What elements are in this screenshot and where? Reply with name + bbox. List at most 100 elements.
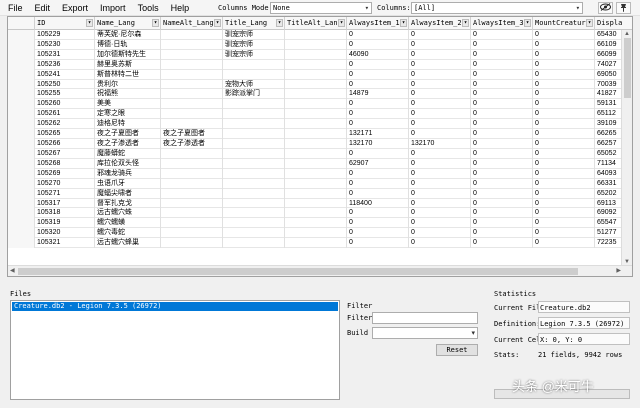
cell-mountcreature[interactable]: 0: [533, 158, 595, 169]
cell-alwaysitem-3[interactable]: 0: [471, 79, 533, 90]
row-selector[interactable]: [8, 79, 35, 90]
cell-display[interactable]: 71134: [595, 158, 622, 169]
cell-display[interactable]: 51277: [595, 228, 622, 239]
cell-alwaysitem-3[interactable]: 0: [471, 99, 533, 110]
row-selector[interactable]: [8, 228, 35, 239]
cell-alwaysitem-2[interactable]: 0: [409, 238, 471, 249]
table-row[interactable]: 105262 迪格尼特 0 0 0 0 39109: [8, 119, 622, 130]
cell-alwaysitem-1[interactable]: 0: [347, 30, 409, 40]
vertical-scrollbar[interactable]: ▲ ▼: [621, 30, 632, 266]
cell-alwaysitem-3[interactable]: 0: [471, 148, 533, 159]
cell-namealt-lang[interactable]: [161, 99, 223, 110]
cell-display[interactable]: 65430: [595, 30, 622, 40]
cell-title-lang[interactable]: [223, 109, 285, 120]
row-selector[interactable]: [8, 129, 35, 140]
scroll-thumb[interactable]: [624, 38, 631, 98]
col-header-id[interactable]: ID ▾: [35, 17, 95, 30]
cell-titlealt-lang[interactable]: [285, 49, 347, 60]
columns-mode-select[interactable]: None ▾: [270, 2, 372, 14]
cell-mountcreature[interactable]: 0: [533, 148, 595, 159]
cell-alwaysitem-1[interactable]: 62907: [347, 158, 409, 169]
table-row[interactable]: 105271 魔蝠尖啸者 0 0 0 0 65202: [8, 188, 622, 199]
files-list[interactable]: Creature.db2 - Legion 7.3.5 (26972): [10, 300, 340, 400]
filter-dropdown-icon[interactable]: ▾: [462, 19, 469, 27]
cell-name-lang[interactable]: 赫里奥苏斯: [95, 59, 161, 70]
cell-display[interactable]: 65112: [595, 109, 622, 120]
cell-id[interactable]: 105265: [35, 129, 95, 140]
cell-alwaysitem-1[interactable]: 0: [347, 79, 409, 90]
cell-display[interactable]: 66257: [595, 139, 622, 149]
cell-mountcreature[interactable]: 0: [533, 109, 595, 120]
cell-title-lang[interactable]: [223, 158, 285, 169]
cell-id[interactable]: 105230: [35, 39, 95, 50]
cell-alwaysitem-3[interactable]: 0: [471, 89, 533, 100]
cell-id[interactable]: 105241: [35, 69, 95, 80]
cell-mountcreature[interactable]: 0: [533, 168, 595, 179]
cell-display[interactable]: 69092: [595, 208, 622, 219]
cell-alwaysitem-1[interactable]: 132170: [347, 139, 409, 149]
cell-name-lang[interactable]: 祝福熊: [95, 89, 161, 100]
table-row[interactable]: 105270 虫语爪牙 0 0 0 0 66331: [8, 178, 622, 189]
cell-id[interactable]: 105320: [35, 228, 95, 239]
cell-namealt-lang[interactable]: [161, 39, 223, 50]
cell-id[interactable]: 105270: [35, 178, 95, 189]
table-row[interactable]: 105241 斯普林特二世 0 0 0 0 69050: [8, 69, 622, 80]
col-header-namealt-lang[interactable]: NameAlt_Lang ▾: [161, 17, 223, 30]
cell-id[interactable]: 105318: [35, 208, 95, 219]
cell-alwaysitem-2[interactable]: 0: [409, 119, 471, 130]
menu-tools[interactable]: Tools: [132, 0, 165, 16]
cell-titlealt-lang[interactable]: [285, 119, 347, 130]
col-header-alwaysitem-1[interactable]: AlwaysItem_1 ▾: [347, 17, 409, 30]
cell-mountcreature[interactable]: 0: [533, 49, 595, 60]
row-selector[interactable]: [8, 139, 35, 149]
cell-title-lang[interactable]: [223, 198, 285, 209]
table-row[interactable]: 105320 蠕穴毒蛇 0 0 0 0 51277: [8, 228, 622, 239]
data-grid[interactable]: ID ▾ Name_Lang ▾ NameAlt_Lang ▾ Title_Lang ▾…: [7, 16, 633, 277]
cell-namealt-lang[interactable]: 夜之子夏图者: [161, 129, 223, 140]
cell-name-lang[interactable]: 蠕穴蠕蟥: [95, 218, 161, 229]
cell-name-lang[interactable]: 斯普林特二世: [95, 69, 161, 80]
cell-id[interactable]: 105236: [35, 59, 95, 70]
cell-mountcreature[interactable]: 0: [533, 69, 595, 80]
cell-alwaysitem-1[interactable]: 0: [347, 119, 409, 130]
cell-titlealt-lang[interactable]: [285, 148, 347, 159]
row-selector[interactable]: [8, 119, 35, 130]
table-row[interactable]: 105230 博德·日轨 驯宠宗师 0 0 0 0 66109: [8, 39, 622, 50]
cell-alwaysitem-3[interactable]: 0: [471, 218, 533, 229]
cell-alwaysitem-1[interactable]: 0: [347, 99, 409, 110]
cell-alwaysitem-1[interactable]: 0: [347, 218, 409, 229]
cell-alwaysitem-1[interactable]: 0: [347, 148, 409, 159]
cell-id[interactable]: 105262: [35, 119, 95, 130]
row-selector[interactable]: [8, 59, 35, 70]
row-selector[interactable]: [8, 178, 35, 189]
row-selector[interactable]: [8, 49, 35, 60]
cell-namealt-lang[interactable]: [161, 30, 223, 40]
menu-import[interactable]: Import: [94, 0, 132, 16]
scroll-thumb[interactable]: [18, 268, 578, 275]
cell-mountcreature[interactable]: 0: [533, 238, 595, 249]
cell-id[interactable]: 105271: [35, 188, 95, 199]
cell-namealt-lang[interactable]: [161, 69, 223, 80]
filter-dropdown-icon[interactable]: ▾: [152, 19, 159, 27]
cell-display[interactable]: 69113: [595, 198, 622, 209]
cell-title-lang[interactable]: [223, 59, 285, 70]
cell-name-lang[interactable]: 加尔德斯特先生: [95, 49, 161, 60]
cell-name-lang[interactable]: 美美: [95, 99, 161, 110]
cell-alwaysitem-1[interactable]: 0: [347, 39, 409, 50]
row-selector[interactable]: [8, 158, 35, 169]
cell-display[interactable]: 64093: [595, 168, 622, 179]
row-selector[interactable]: [8, 69, 35, 80]
cell-alwaysitem-3[interactable]: 0: [471, 139, 533, 149]
cell-titlealt-lang[interactable]: [285, 238, 347, 249]
cell-mountcreature[interactable]: 0: [533, 218, 595, 229]
cell-titlealt-lang[interactable]: [285, 79, 347, 90]
cell-alwaysitem-1[interactable]: 0: [347, 178, 409, 189]
cell-titlealt-lang[interactable]: [285, 158, 347, 169]
table-row[interactable]: 105250 贵利尔 宠物大师 0 0 0 0 70039: [8, 79, 622, 90]
col-header-display[interactable]: Displa: [595, 17, 632, 30]
scroll-left-icon[interactable]: ◀: [10, 267, 15, 275]
cell-namealt-lang[interactable]: [161, 178, 223, 189]
cell-alwaysitem-3[interactable]: 0: [471, 109, 533, 120]
cell-id[interactable]: 105319: [35, 218, 95, 229]
cell-alwaysitem-2[interactable]: 0: [409, 59, 471, 70]
